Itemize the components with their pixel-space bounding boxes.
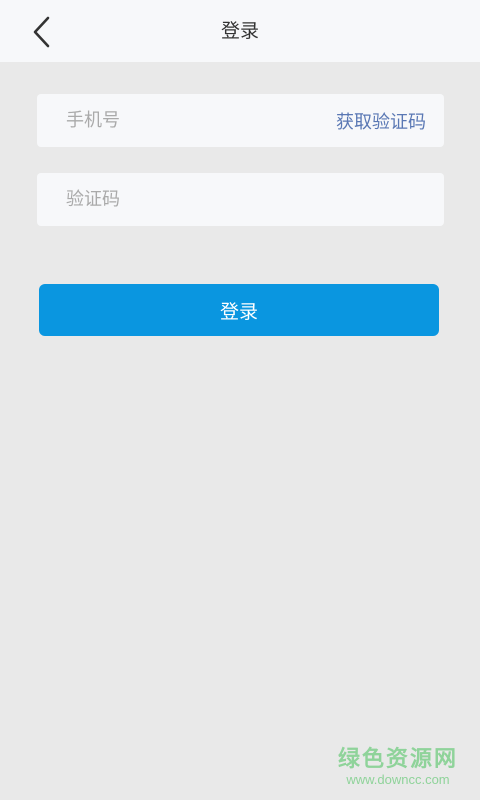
nav-bar: 登录 bbox=[0, 0, 480, 62]
phone-input[interactable] bbox=[37, 94, 336, 147]
back-button[interactable] bbox=[20, 10, 64, 54]
code-input[interactable] bbox=[37, 173, 444, 226]
get-code-button[interactable]: 获取验证码 bbox=[336, 108, 444, 134]
login-button[interactable]: 登录 bbox=[39, 284, 439, 336]
watermark-url: www.downcc.com bbox=[346, 772, 450, 787]
watermark: 绿色资源网 www.downcc.com bbox=[338, 748, 458, 788]
phone-field: 获取验证码 bbox=[37, 94, 444, 147]
watermark-name: 绿色资源网 bbox=[337, 747, 458, 772]
chevron-left-icon bbox=[33, 16, 50, 48]
page-title: 登录 bbox=[220, 20, 259, 42]
code-field bbox=[37, 173, 444, 226]
